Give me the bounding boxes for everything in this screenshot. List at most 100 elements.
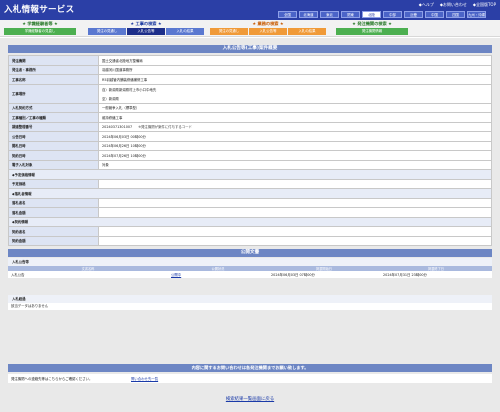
subsection-heading: ◆予定価格情報: [8, 169, 492, 180]
value-text: 羽越河川国道事務所: [102, 68, 133, 73]
detail-value: 羽越河川国道事務所: [98, 64, 492, 75]
subsection-heading: ◆契約情報: [8, 216, 492, 227]
subsection-heading-row: ◆予定価格情報: [8, 169, 492, 180]
category-nav: ★ 学識経験者等 ★ 学識経験者の見直し ★ 工事の検索 ★ 発注の見通し 入札公告等入…: [0, 20, 500, 37]
public-docs-title: 公開文書: [8, 249, 492, 257]
doc-start: 2024年06月03日 07時00分: [271, 273, 315, 277]
location-from: 自）新潟県新潟県村上市小口中地先: [102, 87, 157, 92]
region-tabs: 全国 北海道 東北 関東 北陸 中部 近畿 中国 四国 九州・沖縄: [278, 11, 486, 18]
nav-group-title: ★ 学識経験者等 ★: [22, 21, 58, 26]
main-content: 入札公告等(工事)案件概要 発注機関 国土交通省北陸地方整備局 発注者・事務所 羽越河…: [0, 38, 500, 412]
doc-status-link[interactable]: 公開中: [168, 271, 268, 278]
region-tab[interactable]: 九州・沖縄: [467, 11, 486, 18]
nav-tab[interactable]: 発注の見通し: [88, 28, 126, 35]
inquiry-banner: 内容に関するお問い合わせは各発注機関までお願い致します。: [8, 364, 492, 372]
value-text: 2024年06月03日 00時00分: [102, 134, 146, 139]
nav-group-title: ★ 工事の検索 ★: [130, 21, 162, 26]
doc-name: 入札公告: [11, 273, 25, 277]
detail-row: 調達整理番号 20240371301007 ※発注機関が案件に付与するコード: [8, 121, 492, 132]
detail-row: 予定価格: [8, 178, 492, 189]
detail-value: [98, 226, 492, 237]
region-tab[interactable]: 北海道: [299, 11, 318, 18]
nav-group: ★ 業務の検索 ★ 発注の見通し 入札公告等 入札の結果: [210, 21, 326, 35]
detail-label: 工事場所: [8, 83, 99, 104]
value-text: 2024年06月26日 10時00分: [102, 144, 146, 149]
detail-value: 自）新潟県新潟県村上市小口中地先 至）新潟県: [98, 83, 492, 104]
detail-row: 電子入札対象 対象: [8, 159, 492, 170]
value-text: R5羽越管内舗装修繕補修工事: [102, 77, 148, 82]
back-row: 検索結果一覧画面に戻る: [0, 396, 500, 402]
detail-row: 発注機関 国土交通省北陸地方整備局: [8, 55, 492, 66]
detail-row: 工事名称 R5羽越管内舗装修繕補修工事: [8, 74, 492, 85]
detail-label: 落札者名: [8, 197, 99, 208]
detail-row: 開札日時 2024年06月26日 10時00分: [8, 140, 492, 151]
nav-group: ★ 発注機関の検索 ★ 発注機関情報: [336, 21, 408, 35]
region-tab[interactable]: 関東: [341, 11, 360, 18]
detail-value: 2024年06月03日 00時00分: [98, 131, 492, 142]
value-text: 維持修繕工事: [102, 115, 123, 120]
detail-label: 契約金額: [8, 235, 99, 246]
nav-tab[interactable]: 発注機関情報: [336, 28, 408, 35]
document-row: 入札公告 公開中 2024年06月03日 07時00分 2024年07月31日 …: [8, 271, 492, 278]
value-text: 2024年07月26日 10時00分: [102, 153, 146, 158]
results-subtitle: 入札経過: [8, 295, 492, 303]
detail-row: 工事場所 自）新潟県新潟県村上市小口中地先 至）新潟県: [8, 83, 492, 104]
nav-tab[interactable]: 入札の結果: [166, 28, 204, 35]
detail-label: 調達整理番号: [8, 121, 99, 132]
contact-list-link[interactable]: 問い合わせ先一覧: [131, 376, 158, 381]
detail-value: 2024年06月26日 10時00分: [98, 140, 492, 151]
region-tab[interactable]: 中国: [425, 11, 444, 18]
detail-row: 落札者名: [8, 197, 492, 208]
nav-group: ★ 工事の検索 ★ 発注の見通し 入札公告等 入札の結果: [88, 21, 204, 35]
value-note: ※発注機関が案件に付与するコード: [138, 125, 192, 130]
nav-group-title: ★ 業務の検索 ★: [252, 21, 284, 26]
national-top-link[interactable]: ◆全国版TOP: [473, 2, 496, 8]
detail-value: 維持修繕工事: [98, 112, 492, 123]
utility-links: ◆ヘルプ ◆お問い合わせ ◆全国版TOP: [419, 2, 496, 8]
empty-message: 該当データはありません: [8, 303, 492, 310]
detail-value: 国土交通省北陸地方整備局: [98, 55, 492, 66]
subsection-heading-row: ◆落札者情報: [8, 188, 492, 199]
subsection-heading: ◆落札者情報: [8, 188, 492, 199]
value-text: 一般競争入札（標準型）: [102, 106, 140, 111]
detail-label: 電子入札対象: [8, 159, 99, 170]
help-link[interactable]: ◆ヘルプ: [419, 2, 434, 8]
site-header: 入札情報サービス ◆ヘルプ ◆お問い合わせ ◆全国版TOP 全国 北海道 東北 関東北…: [0, 0, 500, 20]
case-detail-table: 発注機関 国土交通省北陸地方整備局 発注者・事務所 羽越河川国道事務所 工事名称 R5羽越…: [8, 55, 492, 246]
back-to-results-link[interactable]: 検索結果一覧画面に戻る: [226, 397, 274, 402]
location-to: 至）新潟県: [102, 96, 119, 101]
region-tab[interactable]: 近畿: [404, 11, 423, 18]
nav-tab[interactable]: 入札公告等: [249, 28, 287, 35]
detail-label: 発注機関: [8, 55, 99, 66]
nav-tab[interactable]: 発注の見通し: [210, 28, 248, 35]
detail-row: 落札金額: [8, 207, 492, 218]
nav-group: ★ 学識経験者等 ★ 学識経験者の見直し: [4, 21, 76, 35]
nav-tab[interactable]: 入札の結果: [288, 28, 326, 35]
site-logo[interactable]: 入札情報サービス: [4, 3, 74, 15]
detail-label: 工事種別／工事の種類: [8, 112, 99, 123]
nav-tab[interactable]: 入札公告等: [127, 28, 165, 35]
value-text: 20240371301007: [102, 125, 133, 130]
nav-group-title: ★ 発注機関の検索 ★: [352, 21, 392, 26]
region-tab[interactable]: 北陸: [362, 11, 381, 18]
contact-link[interactable]: ◆お問い合わせ: [440, 2, 467, 8]
value-text: 対象: [102, 163, 109, 168]
contact-row: 発注機関への連絡先等はこちらからご確認ください。 問い合わせ先一覧: [8, 374, 492, 383]
detail-label: 落札金額: [8, 207, 99, 218]
nav-tab[interactable]: 学識経験者の見直し: [4, 28, 76, 35]
region-tab[interactable]: 中部: [383, 11, 402, 18]
detail-value: 一般競争入札（標準型）: [98, 102, 492, 113]
region-tab[interactable]: 全国: [278, 11, 297, 18]
public-documents: 公開文書 入札公告等 文書名称 公開状況 掲載開始日 掲載終了日 入札公告 公開…: [8, 249, 492, 310]
detail-label: 公告日時: [8, 131, 99, 142]
detail-value: [98, 178, 492, 189]
detail-row: 契約者名: [8, 226, 492, 237]
detail-label: 入札契約方式: [8, 102, 99, 113]
region-tab[interactable]: 四国: [446, 11, 465, 18]
detail-value: [98, 197, 492, 208]
detail-row: 入札契約方式 一般競争入札（標準型）: [8, 102, 492, 113]
documents-table: 文書名称 公開状況 掲載開始日 掲載終了日 入札公告 公開中 2024年06月0…: [8, 266, 492, 278]
subsection-heading-row: ◆契約情報: [8, 216, 492, 227]
detail-value: [98, 235, 492, 246]
region-tab[interactable]: 東北: [320, 11, 339, 18]
